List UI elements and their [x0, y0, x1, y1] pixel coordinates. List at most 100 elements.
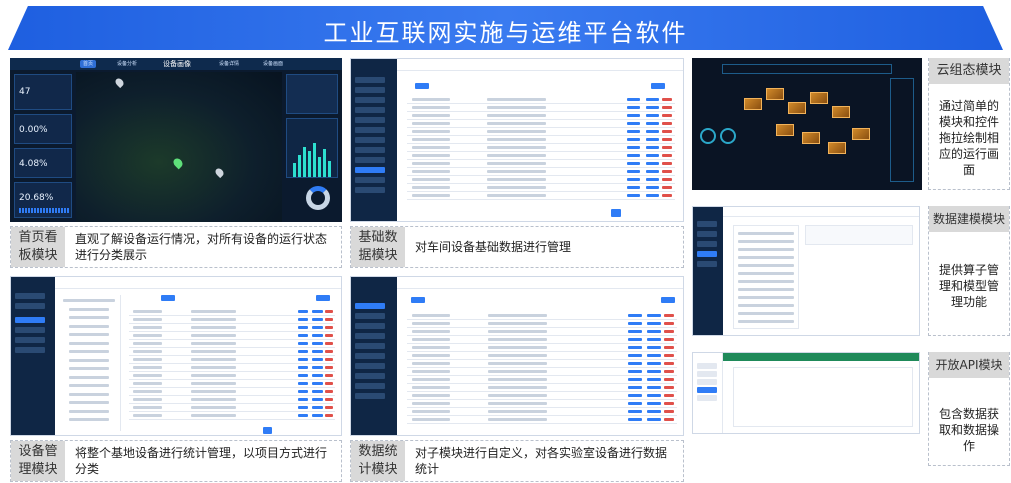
tree-node[interactable]	[69, 307, 109, 311]
tree-node[interactable]	[69, 316, 109, 319]
search-button[interactable]	[661, 297, 675, 303]
table-row[interactable]	[407, 423, 677, 424]
table-cell	[133, 310, 162, 313]
table-row[interactable]	[407, 319, 677, 320]
table-row[interactable]	[129, 411, 335, 412]
table-cell	[628, 370, 642, 373]
table-row[interactable]	[407, 119, 675, 120]
table-row[interactable]	[129, 315, 335, 316]
table-row[interactable]	[407, 335, 677, 336]
tree-node[interactable]	[69, 384, 109, 387]
table-cell	[661, 162, 673, 165]
table-row[interactable]	[129, 419, 335, 420]
code-editor[interactable]	[805, 225, 913, 245]
table-cell	[488, 370, 548, 373]
table-row[interactable]	[129, 395, 335, 396]
bar-chart-card	[286, 118, 338, 178]
operator-item[interactable]	[738, 280, 794, 283]
table-row[interactable]	[407, 159, 675, 160]
operator-item[interactable]	[738, 296, 794, 299]
tree-node[interactable]	[69, 333, 109, 336]
table-row[interactable]	[407, 391, 677, 392]
add-button[interactable]	[411, 297, 425, 303]
pagination-current[interactable]	[263, 427, 272, 434]
table-cell	[412, 362, 451, 365]
table-row[interactable]	[129, 403, 335, 404]
table-row[interactable]	[129, 387, 335, 388]
table-cell	[663, 418, 675, 421]
tree-node[interactable]	[69, 375, 109, 379]
table-cell	[297, 374, 309, 377]
table-row[interactable]	[129, 379, 335, 380]
table-cell	[645, 122, 659, 125]
operator-item[interactable]	[738, 288, 794, 291]
table-row[interactable]	[407, 103, 675, 104]
tree-node[interactable]	[69, 418, 109, 421]
table-row[interactable]	[407, 327, 677, 328]
table-cell	[190, 350, 237, 353]
table-row[interactable]	[407, 167, 675, 168]
tree-node[interactable]	[69, 367, 109, 370]
table-cell	[324, 358, 333, 361]
table-cell	[312, 350, 323, 353]
operator-item[interactable]	[738, 304, 794, 307]
table-row[interactable]	[407, 111, 675, 112]
table-row[interactable]	[407, 367, 677, 368]
sidebar	[693, 207, 723, 335]
table-row[interactable]	[407, 343, 677, 344]
table-row[interactable]	[129, 371, 335, 372]
tree-node[interactable]	[69, 401, 109, 404]
operator-item[interactable]	[738, 272, 794, 275]
operator-item[interactable]	[738, 320, 794, 323]
table-row[interactable]	[407, 199, 675, 200]
table-cell	[626, 106, 641, 109]
table-cell	[324, 342, 333, 345]
module-tag: 数据统计模块	[351, 441, 405, 481]
tab-device-portrait: 设备画像	[163, 60, 191, 68]
table-row[interactable]	[129, 355, 335, 356]
table-row[interactable]	[407, 351, 677, 352]
table-row[interactable]	[407, 383, 677, 384]
table-cell	[412, 170, 450, 173]
table-row[interactable]	[407, 183, 675, 184]
api-console[interactable]	[733, 367, 913, 427]
add-button[interactable]	[415, 83, 429, 89]
operator-item[interactable]	[738, 232, 794, 235]
table-cell	[312, 326, 323, 329]
table-row[interactable]	[407, 135, 675, 136]
table-row[interactable]	[129, 323, 335, 324]
table-row[interactable]	[407, 375, 677, 376]
tree-node[interactable]	[63, 299, 115, 302]
table-row[interactable]	[407, 415, 677, 416]
tree-node[interactable]	[69, 350, 109, 353]
operator-item[interactable]	[738, 264, 794, 267]
tree-node[interactable]	[69, 409, 109, 413]
tree-node[interactable]	[69, 392, 109, 396]
table-row[interactable]	[407, 399, 677, 400]
add-button[interactable]	[161, 295, 175, 301]
table-row[interactable]	[407, 359, 677, 360]
tree-node[interactable]	[69, 324, 109, 328]
table-row[interactable]	[129, 331, 335, 332]
tree-node[interactable]	[69, 358, 109, 362]
table-row[interactable]	[407, 191, 675, 192]
table-row[interactable]	[407, 175, 675, 176]
tree-node[interactable]	[69, 341, 109, 345]
table-cell	[412, 330, 451, 333]
table-row[interactable]	[407, 143, 675, 144]
table-row[interactable]	[129, 363, 335, 364]
operator-item[interactable]	[738, 248, 794, 251]
table-row[interactable]	[129, 339, 335, 340]
table-row[interactable]	[129, 347, 335, 348]
table-row[interactable]	[407, 127, 675, 128]
table-row[interactable]	[407, 151, 675, 152]
table-cell	[412, 186, 450, 189]
table-cell	[312, 358, 323, 361]
search-button[interactable]	[316, 295, 330, 301]
operator-item[interactable]	[738, 312, 794, 315]
table-row[interactable]	[407, 407, 677, 408]
search-button[interactable]	[651, 83, 665, 89]
operator-item[interactable]	[738, 256, 794, 259]
operator-item[interactable]	[738, 240, 794, 243]
pagination-current[interactable]	[611, 209, 621, 217]
